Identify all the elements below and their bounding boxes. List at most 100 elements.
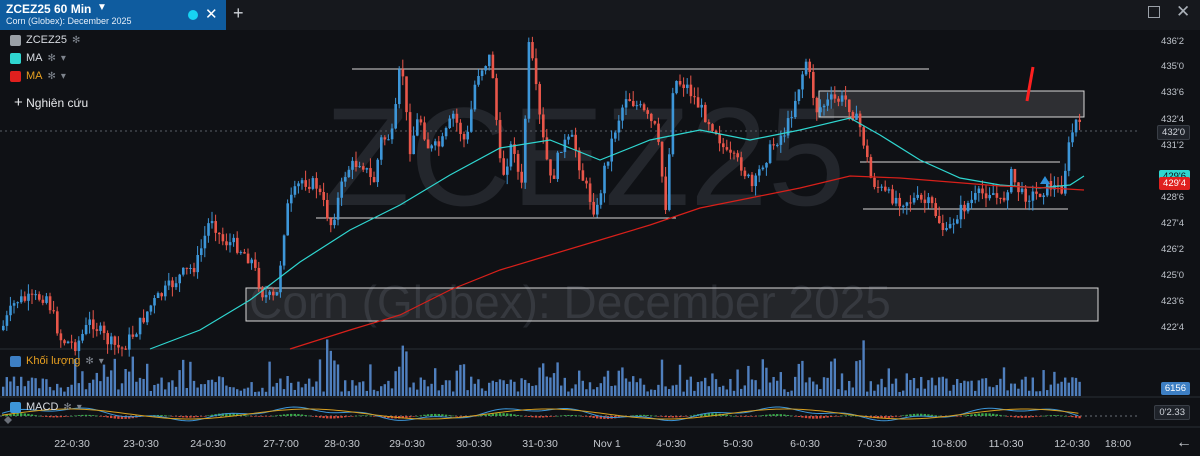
candle-body (153, 298, 156, 306)
gear-icon[interactable]: ✻ (72, 35, 80, 46)
candle-body (578, 150, 581, 171)
candle-body (570, 134, 574, 137)
legend-ma-fast[interactable]: MA ✻ ▾ (10, 52, 66, 64)
volume-bar (1038, 391, 1042, 396)
macd-histogram-bar (531, 416, 534, 418)
volume-bar (448, 380, 451, 396)
volume-bar (376, 391, 379, 396)
gear-icon[interactable]: ✻ (63, 402, 71, 413)
candle-body (880, 186, 883, 188)
candle-body (394, 104, 397, 129)
candle-body (801, 74, 804, 90)
candle-body (642, 104, 646, 111)
candle-body (599, 193, 603, 205)
gear-icon[interactable]: ✻ (48, 71, 56, 82)
candle-body (686, 84, 689, 89)
volume-bar (1067, 382, 1070, 396)
candle-body (920, 194, 923, 200)
volume-bar (293, 389, 296, 396)
legend-volume[interactable]: Khối lượng ✻ ▾ (10, 355, 104, 367)
volume-bar (430, 383, 433, 396)
macd-histogram-bar (23, 413, 26, 416)
legend-ma-slow[interactable]: MA ✻ ▾ (10, 70, 66, 82)
macd-histogram-bar (272, 415, 275, 417)
macd-histogram-bar (182, 416, 185, 418)
macd-histogram-bar (826, 416, 829, 418)
candle-body (952, 223, 955, 225)
candle-body (938, 215, 941, 224)
macd-histogram-bar (538, 416, 541, 418)
candle-body (66, 341, 70, 344)
candle-body (45, 296, 48, 303)
macd-histogram-bar (437, 413, 440, 416)
candle-body (542, 114, 545, 138)
macd-histogram-bar (477, 415, 480, 417)
macd-histogram-bar (160, 415, 163, 416)
volume-bar (520, 378, 523, 396)
candle-body (369, 168, 372, 178)
candle-body (214, 221, 217, 233)
chevron-down-icon[interactable]: ▾ (61, 53, 66, 64)
macd-histogram-bar (837, 416, 840, 417)
macd-histogram-bar (372, 416, 376, 417)
chevron-down-icon[interactable]: ▾ (77, 402, 82, 413)
volume-bar (848, 380, 851, 396)
macd-histogram-bar (912, 413, 916, 416)
macd-histogram-bar (506, 413, 509, 416)
candle-body (473, 84, 477, 110)
macd-histogram-bar (794, 416, 797, 417)
volume-bar (441, 384, 444, 396)
candle-body (693, 96, 696, 98)
candle-body (207, 223, 210, 236)
candle-body (610, 138, 613, 162)
macd-histogram-bar (934, 415, 937, 416)
candle-body (221, 234, 225, 242)
volume-bar (549, 377, 552, 396)
volume-bar (491, 380, 494, 396)
volume-bar (70, 384, 73, 396)
add-research-button[interactable]: + Nghiên cứu (14, 94, 88, 111)
legend-macd[interactable]: MACD ✻ ▾ (10, 401, 82, 413)
volume-bar (315, 381, 318, 396)
gear-icon[interactable]: ✻ (48, 53, 56, 64)
macd-histogram-bar (1067, 416, 1070, 417)
volume-bar (714, 379, 718, 396)
candle-body (336, 197, 340, 220)
volume-bar (189, 361, 192, 396)
candle-body (650, 113, 653, 122)
gear-icon[interactable]: ✻ (85, 356, 93, 367)
macd-histogram-bar (484, 414, 487, 416)
volume-bar (927, 380, 930, 396)
candle-body (866, 145, 869, 158)
arrow-left-icon[interactable]: ← (1176, 434, 1192, 452)
volume-bar (484, 390, 487, 396)
legend-symbol[interactable]: ZCEZ25 ✻ (10, 34, 80, 46)
candle-body (552, 175, 556, 179)
volume-bar (498, 379, 502, 396)
candle-body (149, 305, 153, 312)
macd-histogram-bar (520, 415, 523, 417)
macd-histogram-bar (668, 416, 671, 418)
candle-body (1020, 188, 1024, 193)
candle-body (401, 69, 405, 77)
volume-bar (664, 386, 667, 396)
volume-bar (1060, 381, 1063, 396)
volume-bar (12, 376, 16, 396)
macd-histogram-bar (99, 416, 102, 417)
macd-histogram-bar (675, 416, 678, 418)
chevron-down-icon[interactable]: ▾ (61, 71, 66, 82)
candle-body (743, 170, 747, 177)
price-chart[interactable]: ZCEZ25 Corn (Globex): December 2025 (0, 0, 1200, 456)
candle-body (520, 171, 523, 183)
volume-bar (167, 382, 170, 396)
macd-histogram-bar (552, 416, 556, 417)
chevron-down-icon[interactable]: ▾ (99, 356, 104, 367)
volume-bar (290, 382, 293, 396)
volume-bar (1010, 383, 1013, 396)
candle-body (210, 221, 214, 224)
date-tick-label: 31-0:30 (522, 438, 558, 450)
volume-bar (686, 379, 689, 396)
volume-bar (596, 387, 599, 396)
volume-bar (948, 390, 952, 396)
candle-body (754, 175, 757, 187)
